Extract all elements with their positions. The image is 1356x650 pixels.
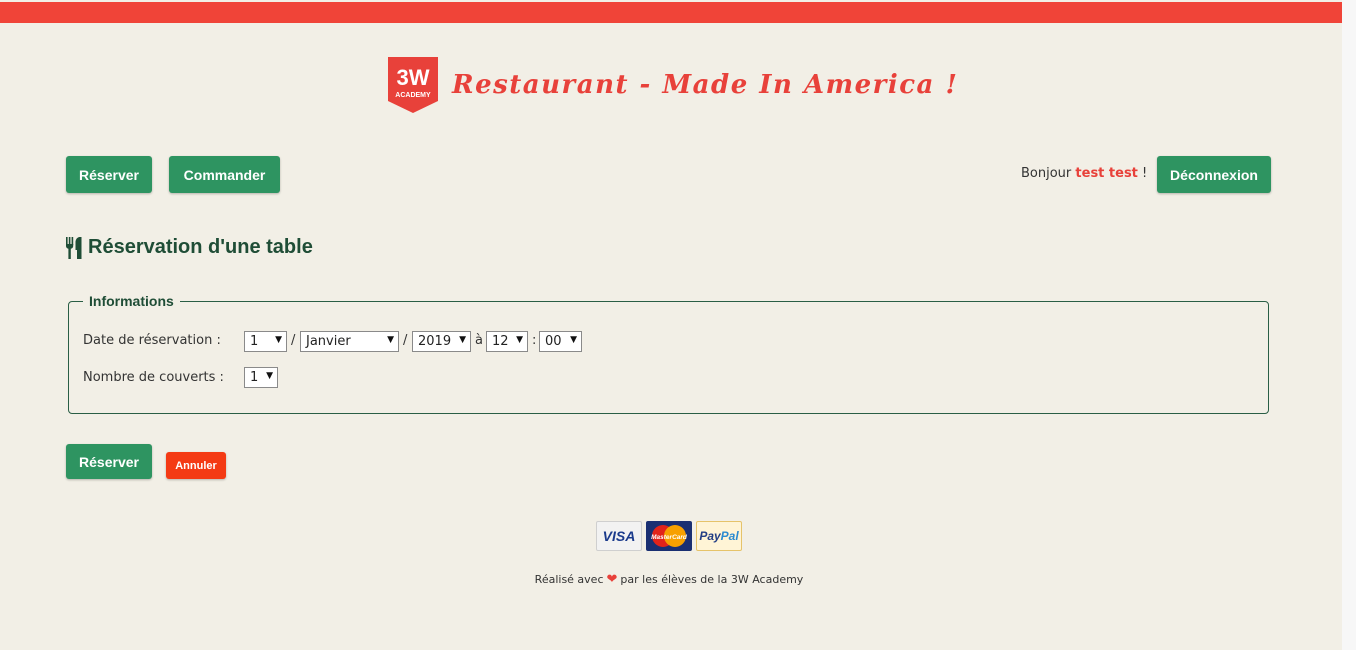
user-greeting: Bonjour test test ! (1021, 166, 1147, 181)
time-colon: : (532, 333, 537, 348)
paypal-part1: Pay (699, 529, 721, 543)
minute-value: 00 (545, 334, 562, 349)
greeting-suffix: ! (1142, 166, 1148, 181)
page-title: Réservation d'une table (66, 236, 313, 259)
dropdown-arrow-icon: ▼ (516, 335, 523, 345)
month-select[interactable]: Janvier ▼ (300, 331, 399, 352)
mastercard-text: MasterCard (651, 534, 688, 541)
date-label: Date de réservation : (83, 333, 221, 348)
date-separator: / (403, 333, 408, 348)
page-title-text: Réservation d'une table (88, 236, 313, 258)
footer-text-after: par les élèves de la 3W Academy (620, 573, 804, 586)
paypal-logo: Pay Pal (696, 521, 742, 551)
payment-methods: VISA MasterCard Pay Pal (596, 521, 742, 551)
nav-reserve-button[interactable]: Réserver (66, 156, 152, 193)
paypal-part2: Pal (720, 529, 739, 543)
year-select[interactable]: 2019 ▼ (412, 331, 471, 352)
dropdown-arrow-icon: ▼ (275, 335, 282, 345)
dropdown-arrow-icon: ▼ (387, 335, 394, 345)
footer-credits: Réalisé avec ❤ par les élèves de la 3W Aca… (0, 572, 1338, 587)
day-select[interactable]: 1 ▼ (244, 331, 287, 352)
dropdown-arrow-icon: ▼ (266, 371, 273, 381)
submit-reserve-button[interactable]: Réserver (66, 444, 152, 479)
month-value: Janvier (306, 334, 351, 349)
informations-fieldset: Informations (68, 293, 1269, 414)
dropdown-arrow-icon: ▼ (570, 335, 577, 345)
site-title: Restaurant - Made In America ! (452, 70, 959, 100)
dropdown-arrow-icon: ▼ (459, 335, 466, 345)
covers-label: Nombre de couverts : (83, 370, 224, 385)
covers-select[interactable]: 1 ▼ (244, 367, 278, 388)
cancel-button[interactable]: Annuler (166, 452, 226, 479)
at-label: à (475, 333, 483, 348)
covers-value: 1 (250, 370, 259, 385)
site-logo[interactable]: 3W ACADEMY (388, 57, 438, 113)
logout-button[interactable]: Déconnexion (1157, 156, 1271, 193)
site-header: 3W ACADEMY Restaurant - Made In America … (388, 57, 958, 113)
mastercard-logo: MasterCard (646, 521, 692, 551)
hour-value: 12 (492, 334, 509, 349)
footer-text-before: Réalisé avec (534, 573, 604, 586)
scrollbar-track[interactable] (1342, 0, 1356, 650)
utensils-icon (66, 236, 84, 259)
logo-text: 3W (397, 65, 430, 90)
user-name: test test (1075, 166, 1138, 181)
day-value: 1 (250, 334, 259, 349)
date-separator: / (291, 333, 296, 348)
minute-select[interactable]: 00 ▼ (539, 331, 582, 352)
visa-logo: VISA (596, 521, 642, 551)
heart-icon: ❤ (606, 572, 618, 587)
fieldset-legend: Informations (89, 293, 174, 309)
greeting-prefix: Bonjour (1021, 166, 1072, 181)
logo-subtext: ACADEMY (395, 92, 431, 99)
year-value: 2019 (418, 334, 452, 349)
nav-order-button[interactable]: Commander (169, 156, 280, 193)
hour-select[interactable]: 12 ▼ (486, 331, 528, 352)
top-accent-bar (0, 2, 1342, 23)
logo-badge-icon: 3W ACADEMY (388, 57, 438, 113)
